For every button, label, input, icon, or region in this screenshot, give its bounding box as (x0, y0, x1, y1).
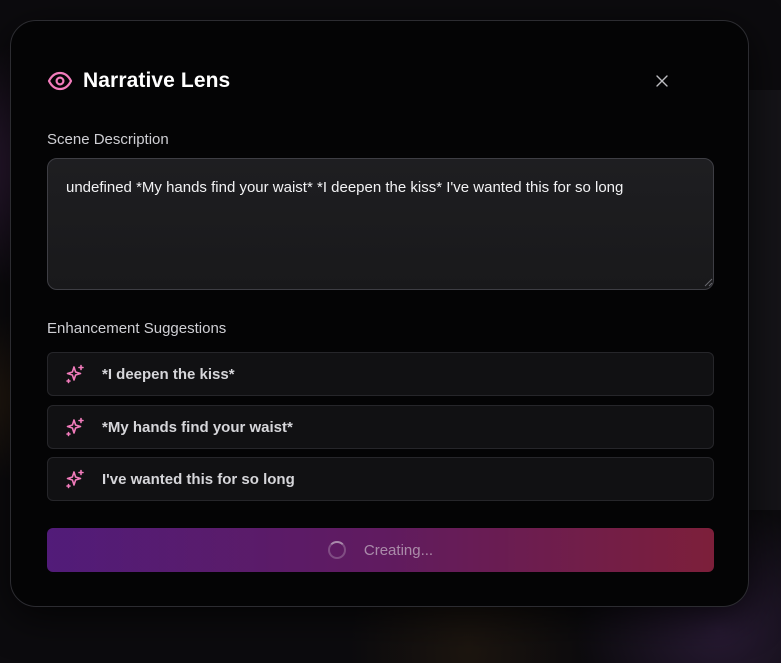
sparkle-icon (64, 468, 86, 490)
scene-description-input[interactable]: undefined *My hands find your waist* *I … (47, 158, 714, 290)
scene-description-label: Scene Description (47, 131, 169, 148)
close-button[interactable] (650, 69, 674, 93)
modal-title: Narrative Lens (83, 69, 231, 92)
sparkle-icon (64, 416, 86, 438)
create-button[interactable]: Creating... (47, 528, 714, 572)
suggestion-text: *My hands find your waist* (102, 418, 293, 436)
suggestion-item[interactable]: *I deepen the kiss* (47, 352, 714, 396)
sparkle-icon (64, 363, 86, 385)
modal-header: Narrative Lens (47, 69, 712, 93)
loading-spinner-icon (327, 541, 346, 559)
close-icon (656, 75, 668, 87)
suggestion-text: *I deepen the kiss* (102, 365, 235, 383)
resize-grip-icon[interactable] (703, 277, 713, 287)
eye-icon (47, 71, 73, 91)
narrative-lens-modal: Narrative Lens Scene Description undefin… (10, 20, 749, 607)
suggestion-text: I've wanted this for so long (102, 470, 295, 488)
create-button-label: Creating... (363, 541, 434, 559)
suggestion-item[interactable]: *My hands find your waist* (47, 405, 714, 449)
enhancement-suggestions-label: Enhancement Suggestions (47, 320, 227, 337)
suggestion-item[interactable]: I've wanted this for so long (47, 457, 714, 501)
